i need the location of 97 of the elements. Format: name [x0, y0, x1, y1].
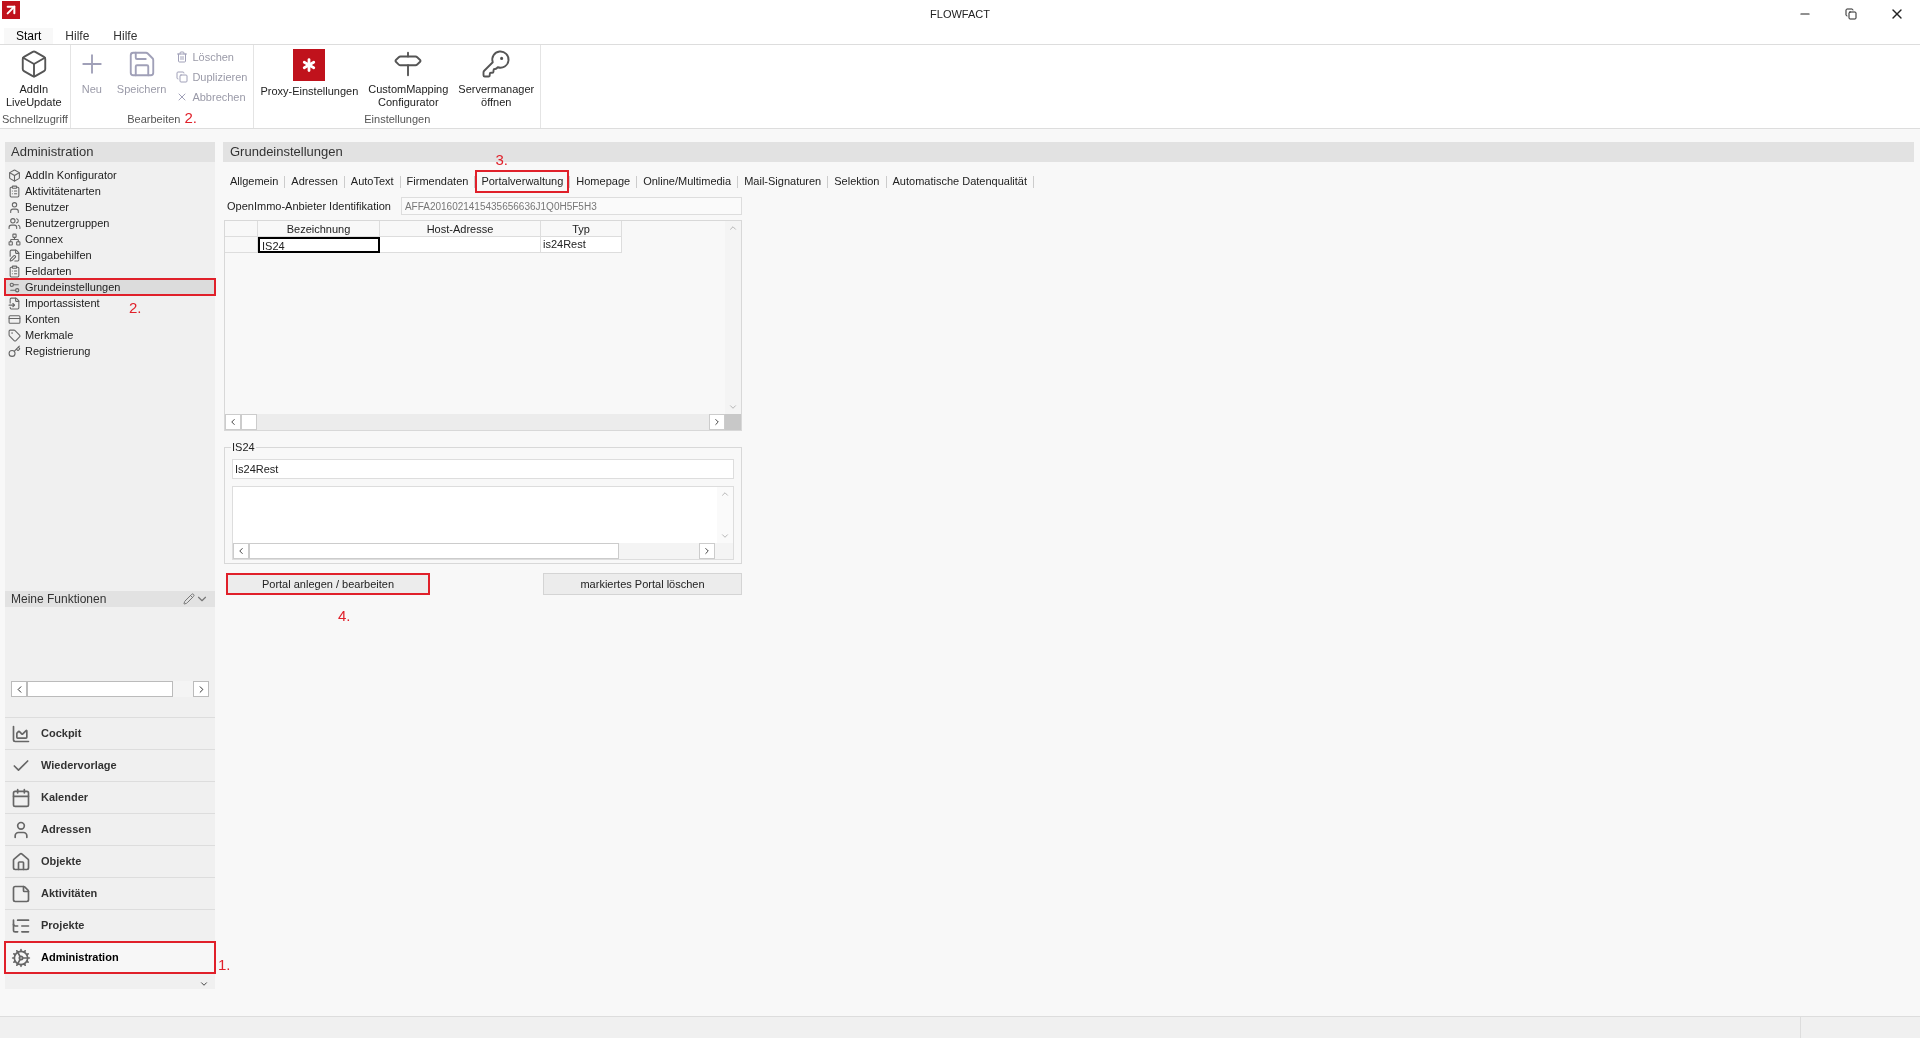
table-cell[interactable]: [380, 237, 541, 253]
nav-item[interactable]: Cockpit: [5, 718, 215, 749]
key-icon: [481, 49, 512, 79]
ribbon-tab[interactable]: Hilfe: [53, 28, 102, 44]
step-marker: 2.: [184, 110, 197, 126]
nav-item[interactable]: Projekte: [5, 910, 215, 941]
ribbon-group-label: Schnellzugriff: [2, 112, 68, 126]
horizontal-scrollbar[interactable]: [233, 542, 733, 559]
sidebar-item[interactable]: Importassistent: [5, 295, 103, 311]
key-icon: [8, 344, 21, 358]
nav-item[interactable]: Administration: [5, 942, 215, 973]
asterisk-icon: [293, 49, 326, 81]
settings-tab[interactable]: Mail-Signaturen: [740, 172, 826, 191]
field-label: OpenImmo-Anbieter Identifikation: [226, 198, 391, 214]
gear-icon: [11, 947, 31, 968]
chevron-down-icon: [728, 402, 738, 412]
scroll-thumb[interactable]: [241, 414, 257, 430]
settings-tab[interactable]: Adressen: [287, 172, 342, 191]
window-title: FLOWFACT: [930, 6, 990, 22]
nav-item[interactable]: Objekte: [5, 846, 215, 877]
ribbon-button[interactable]: AddIn LiveUpdate: [2, 45, 66, 109]
nav-item[interactable]: Aktivitäten: [5, 878, 215, 909]
panel-title: Meine Funktionen: [11, 591, 108, 608]
sidebar-item[interactable]: Merkmale: [5, 327, 77, 343]
pencil-icon: [183, 593, 195, 605]
clipboard-icon: [8, 184, 21, 198]
step-marker: 1.: [218, 955, 231, 975]
input-field[interactable]: Is24Rest: [232, 458, 734, 479]
text-area[interactable]: [232, 485, 734, 560]
ribbon-tab[interactable]: Hilfe: [101, 28, 150, 44]
trash-icon: [176, 51, 189, 63]
settings-icon: [8, 280, 21, 294]
sidebar-item[interactable]: Connex: [5, 231, 66, 247]
vertical-scrollbar[interactable]: [717, 486, 733, 543]
settings-tab[interactable]: Online/Multimedia: [639, 172, 736, 191]
group-title: IS24: [231, 440, 256, 455]
chart-icon: [11, 723, 31, 744]
nav-item[interactable]: Adressen: [5, 814, 215, 845]
credit-card-icon: [8, 312, 21, 326]
sidebar-item[interactable]: Feldarten: [5, 263, 75, 279]
note-icon: [11, 883, 31, 904]
signpost-icon: [393, 49, 424, 79]
edit-icon: [8, 248, 21, 262]
settings-tab[interactable]: Homepage: [572, 172, 635, 191]
input-field[interactable]: AFFA2016021415435656636J1Q0H5F5H3: [400, 197, 742, 215]
sidebar-item[interactable]: Aktivitätenarten: [5, 183, 104, 199]
scrollbar-corner: [725, 414, 741, 430]
nav-item[interactable]: Kalender: [5, 782, 215, 813]
home-icon: [11, 851, 31, 872]
sidebar-item[interactable]: Konten: [5, 311, 63, 327]
table-cell[interactable]: IS24: [258, 237, 380, 253]
sidebar-item[interactable]: AddIn Konfigurator: [5, 167, 120, 183]
chevron-right-icon: [712, 417, 722, 427]
import-icon: [8, 296, 21, 310]
chevron-up-icon: [728, 223, 738, 233]
ribbon-button[interactable]: CustomMapping Configurator: [364, 45, 453, 109]
chevron-left-icon: [236, 545, 246, 556]
sidebar-item[interactable]: Benutzergruppen: [5, 215, 113, 231]
users-icon: [8, 216, 21, 230]
nav-item[interactable]: Wiedervorlage: [5, 750, 215, 781]
user-icon: [11, 819, 31, 840]
sidebar-header: Administration: [5, 142, 215, 162]
settings-tab[interactable]: AutoText: [346, 172, 398, 191]
tag-icon: [8, 328, 21, 342]
table-cell[interactable]: is24Rest: [541, 237, 622, 253]
ribbon-tab[interactable]: Start: [4, 28, 54, 44]
chevron-down-icon: [199, 979, 209, 989]
horizontal-scrollbar[interactable]: [225, 414, 741, 430]
network-icon: [8, 232, 21, 246]
sidebar-item[interactable]: Registrierung: [5, 343, 94, 359]
action-button[interactable]: markiertes Portal löschen: [543, 573, 742, 596]
box-icon: [8, 168, 21, 182]
settings-tab[interactable]: Portalverwaltung: [477, 172, 568, 191]
settings-tab[interactable]: Selektion: [830, 172, 884, 191]
step-marker: 3.: [495, 150, 508, 170]
settings-tab[interactable]: Automatische Datenqualität: [888, 172, 1032, 191]
copy-icon: [176, 71, 189, 83]
ribbon-group-label: Einstellungen: [364, 112, 431, 126]
settings-tab[interactable]: Firmendaten: [402, 172, 473, 191]
ribbon-button[interactable]: Proxy-Einstellungen: [256, 45, 363, 98]
step-marker: 2.: [129, 298, 142, 318]
settings-tab[interactable]: Allgemein: [226, 172, 283, 191]
restore-icon: [1845, 8, 1857, 20]
action-button[interactable]: Portal anlegen / bearbeiten: [226, 573, 430, 596]
sidebar-item[interactable]: Benutzer: [5, 199, 73, 215]
clipboard-icon: [8, 264, 21, 278]
vertical-scrollbar[interactable]: [725, 221, 741, 414]
ribbon-group-label: Bearbeiten: [127, 112, 181, 126]
chevron-right-icon: [702, 545, 712, 556]
sidebar-item[interactable]: Grundeinstellungen: [5, 279, 215, 295]
user-icon: [8, 200, 21, 214]
calendar-icon: [11, 787, 31, 808]
ribbon-button[interactable]: Servermanager öffnen: [454, 45, 539, 109]
step-marker: 4.: [338, 606, 351, 626]
chevron-left-icon: [228, 417, 238, 427]
sidebar-item[interactable]: Eingabehilfen: [5, 247, 95, 263]
horizontal-scrollbar[interactable]: [11, 681, 209, 697]
